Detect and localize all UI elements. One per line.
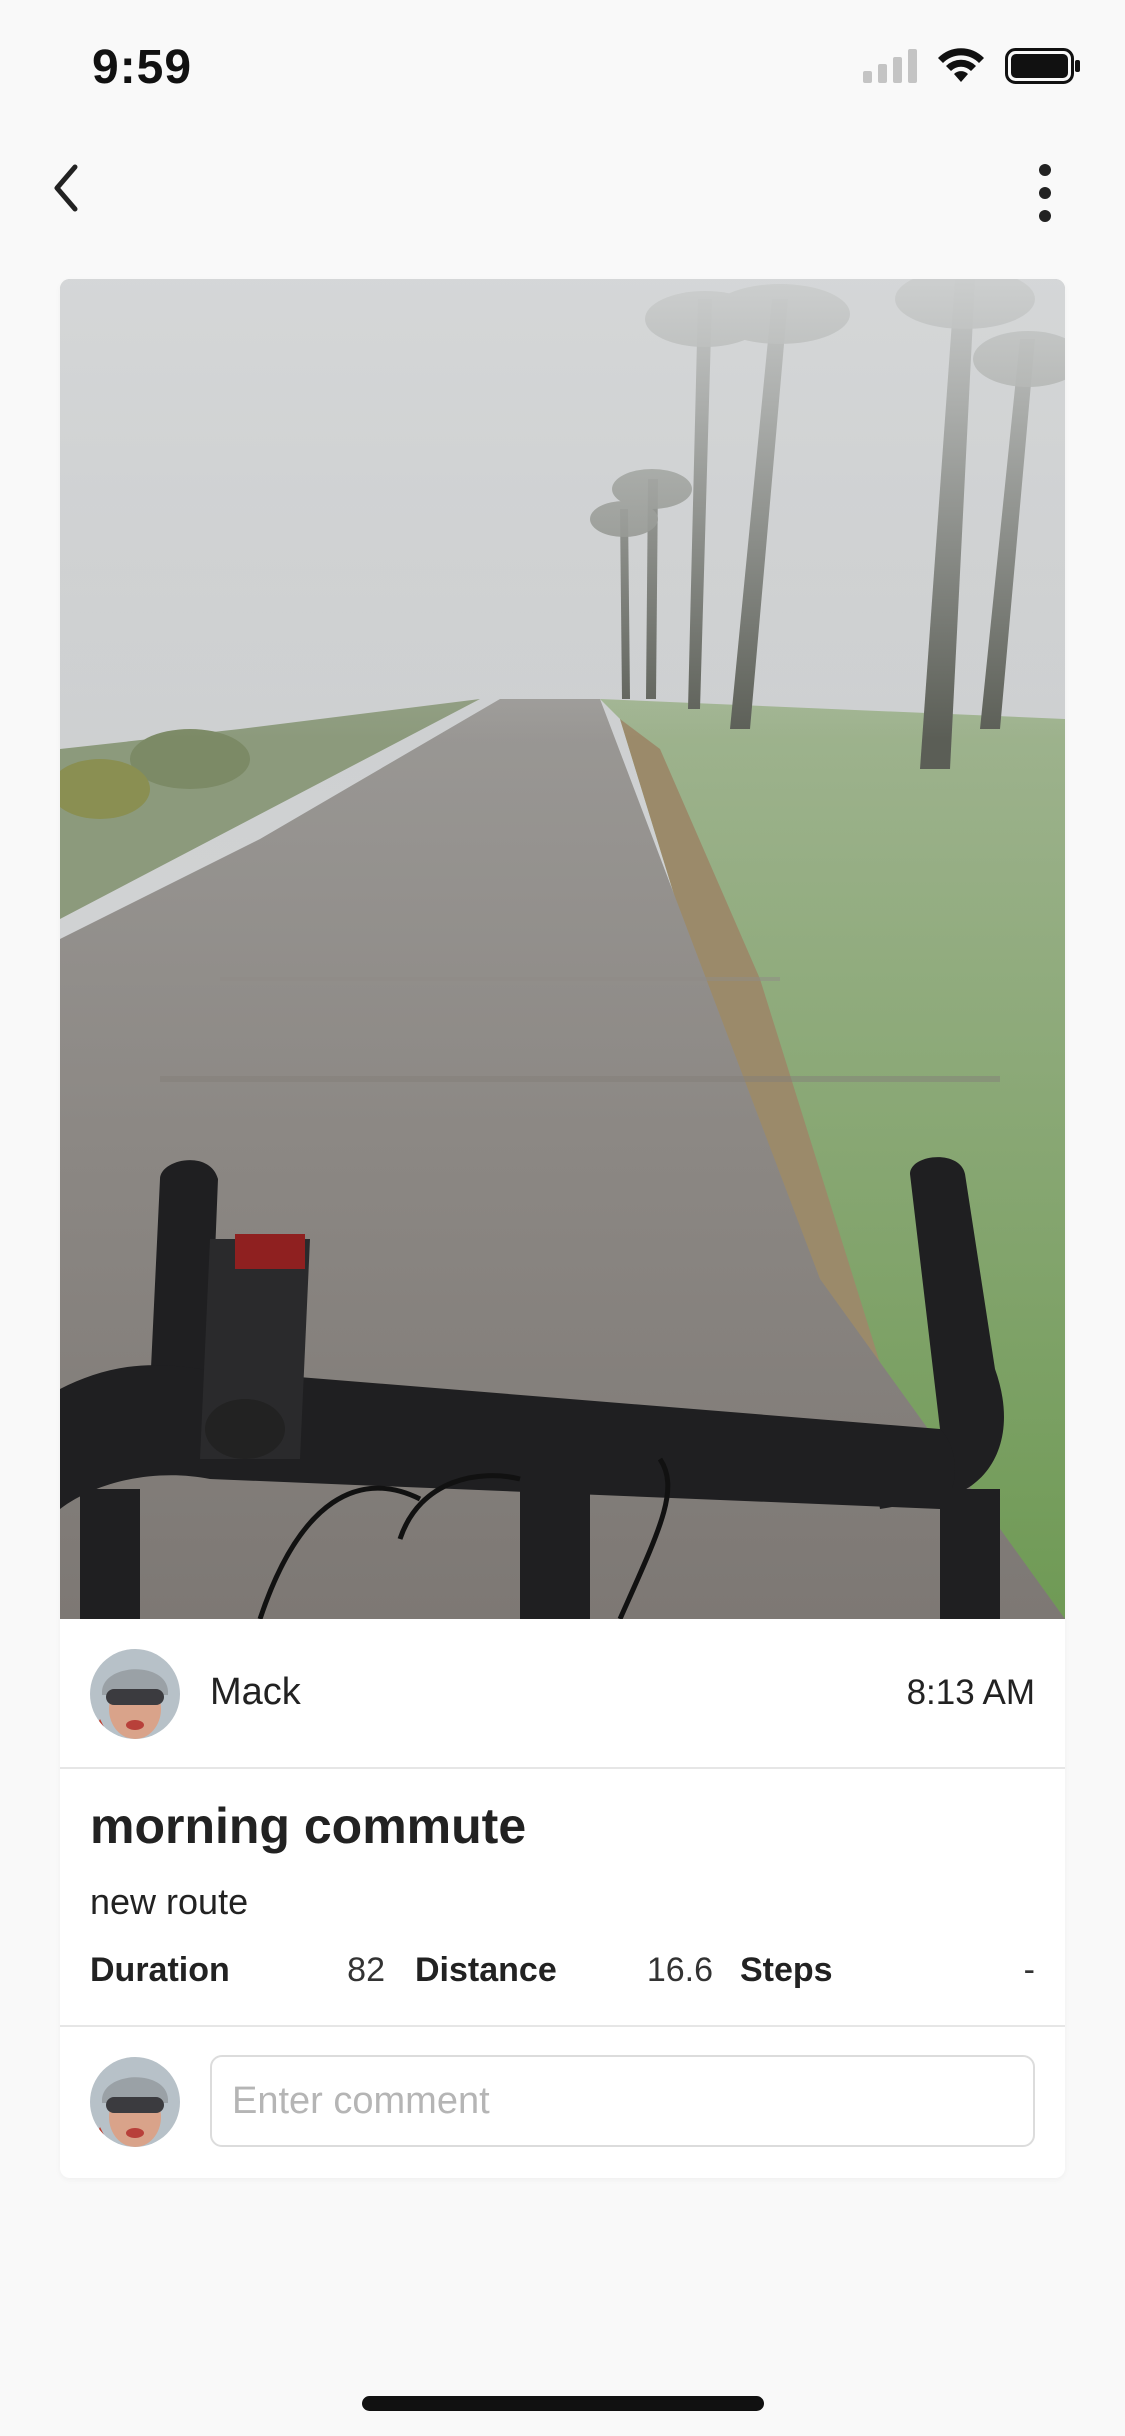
home-indicator[interactable] — [362, 2396, 764, 2411]
activity-details: morning commute new route Duration 82 Di… — [60, 1769, 1065, 2027]
stat-value-distance: 16.6 — [646, 1951, 713, 1989]
post-time: 8:13 AM — [906, 1673, 1035, 1712]
stat-label-steps: Steps — [740, 1951, 833, 1989]
comment-row — [60, 2027, 1065, 2178]
chevron-left-icon — [49, 163, 83, 218]
battery-icon — [1005, 48, 1081, 89]
stat-label-duration: Duration — [90, 1951, 230, 1989]
status-icons — [863, 48, 1081, 89]
activity-detail-screen: 9:59 Mack 8:13 AM morning commute new ro… — [0, 0, 1125, 2436]
activity-photo[interactable] — [60, 279, 1065, 1619]
author-name[interactable]: Mack — [210, 1671, 301, 1714]
more-vertical-icon — [1037, 162, 1053, 229]
more-options-button[interactable] — [1015, 150, 1075, 240]
author-row: Mack 8:13 AM — [60, 1619, 1065, 1769]
cellular-signal-icon — [863, 49, 917, 88]
author-avatar[interactable] — [90, 1649, 180, 1739]
status-time: 9:59 — [92, 41, 193, 94]
activity-description: new route — [90, 1881, 249, 1922]
current-user-avatar — [90, 2057, 180, 2147]
stat-label-distance: Distance — [415, 1951, 557, 1989]
activity-card: Mack 8:13 AM morning commute new route D… — [60, 279, 1065, 2178]
activity-title: morning commute — [90, 1798, 527, 1854]
stat-value-steps: - — [1023, 1951, 1035, 1989]
stat-value-duration: 82 — [347, 1951, 385, 1989]
comment-input[interactable] — [210, 2055, 1035, 2147]
navigation-bar — [0, 150, 1125, 230]
back-button[interactable] — [36, 160, 96, 220]
status-bar: 9:59 — [0, 0, 1125, 132]
wifi-icon — [937, 48, 985, 89]
activity-stats: Duration 82 Distance 16.6 Steps - — [90, 1951, 1035, 2001]
